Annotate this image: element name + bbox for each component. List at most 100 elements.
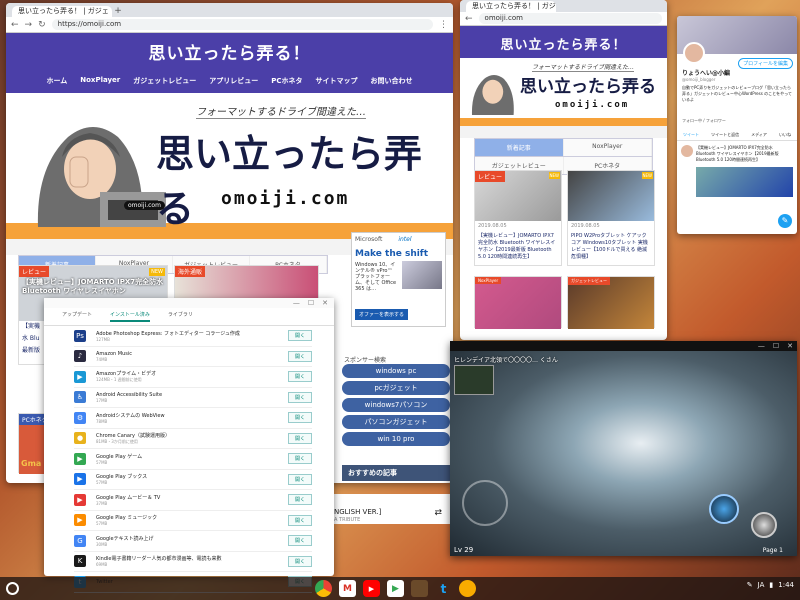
repeat-icon[interactable]: ⇄ [434, 508, 442, 518]
chrome-icon[interactable] [315, 580, 332, 597]
joystick[interactable] [462, 480, 508, 526]
tab-library[interactable]: ライブラリ [168, 311, 193, 322]
reload-icon[interactable]: ↻ [38, 20, 46, 30]
open-app-button[interactable]: 開く [287, 453, 312, 465]
ime-indicator[interactable]: JA [758, 581, 765, 589]
site-title[interactable]: 思い立ったら弄る！ [6, 39, 453, 64]
browser-tab[interactable]: 思い立ったら弄る！ | ガジ [466, 1, 556, 12]
app-row[interactable]: ▶ Google Play ムービー＆ TV 37MB 開く [74, 490, 312, 511]
sponsor-pill[interactable]: win 10 pro [342, 432, 450, 446]
back-icon[interactable]: ← [11, 20, 19, 30]
launcher-icon[interactable] [6, 582, 19, 595]
open-app-button[interactable]: 開く [287, 514, 312, 526]
tab-likes[interactable]: いいね [779, 132, 791, 138]
open-app-button[interactable]: 開く [287, 350, 312, 362]
shelf: M ▶ ▶ t ✎ JA ▮ 1:44 [0, 577, 800, 600]
tab-updates[interactable]: アップデート [62, 311, 92, 322]
sponsor-pill[interactable]: pcガジェット [342, 381, 450, 395]
gmail-icon[interactable]: M [339, 580, 356, 597]
app-row[interactable]: ● Chrome Canary（試験運用版） 81MB・3か月前に使用 開く [74, 429, 312, 449]
game-app-icon[interactable] [411, 580, 428, 597]
ad-banner[interactable]: Microsoft intel Make the shift Windows 1… [351, 232, 446, 327]
skill-button[interactable] [751, 512, 777, 538]
tab-media[interactable]: メディア [751, 132, 767, 138]
app-row[interactable]: ⚙ Androidシステムの WebView 78MB 開く [74, 408, 312, 429]
article-card[interactable]: レビュー NEW 2019.08.05 【実機レビュー】JOMARTO IPX7… [474, 170, 562, 266]
tab-tweets-replies[interactable]: ツイートと返信 [711, 132, 739, 138]
nav-pc-neta[interactable]: PCホネタ [271, 76, 302, 86]
app-row[interactable]: G Googleテキスト読み上げ 30MB 開く [74, 531, 312, 552]
tweet[interactable]: 【実機レビュー】JOMARTO IPX7完全防水 Bluetooth ワイヤレス… [677, 141, 797, 167]
avatar[interactable] [683, 42, 705, 64]
article-card[interactable]: NoxPlayer [474, 276, 562, 329]
ad-cta-button[interactable]: オファーを表示する [355, 309, 409, 320]
nav-contact[interactable]: お問い合わせ [371, 76, 413, 86]
status-tray[interactable]: ✎ JA ▮ 1:44 [747, 581, 794, 589]
open-app-button[interactable]: 開く [287, 412, 312, 424]
close-icon[interactable]: ✕ [322, 298, 328, 308]
app-row[interactable]: ▶ Google Play ゲーム 57MB 開く [74, 449, 312, 470]
edit-profile-button[interactable]: プロフィールを編集 [738, 58, 793, 69]
close-icon[interactable]: ✕ [787, 341, 793, 351]
open-app-button[interactable]: 開く [287, 535, 312, 547]
app-info: Amazon Music 74MB [96, 351, 288, 362]
open-app-button[interactable]: 開く [287, 391, 312, 403]
maximize-icon[interactable]: ☐ [308, 298, 314, 308]
app-row[interactable]: K Kindle電子書籍リーダー人気の都市漫画等、電読も来數 69MB 開く [74, 552, 312, 572]
game-scene[interactable] [450, 351, 797, 556]
recommended-articles-header[interactable]: おすすめの記事 [342, 465, 450, 481]
title-bar: — ☐ ✕ [44, 298, 334, 308]
twitter-window: プロフィールを編集 りょうへい@小編 @omoiji_blogger 自動でPC… [677, 16, 797, 234]
open-app-button[interactable]: 開く [287, 494, 312, 506]
site-title[interactable]: 思い立ったら弄る！ [460, 34, 667, 53]
twitter-icon[interactable]: t [435, 580, 452, 597]
minimize-icon[interactable]: — [758, 341, 765, 351]
app-info: Android Accessibility Suite 17MB [96, 392, 288, 403]
photos-icon[interactable] [459, 580, 476, 597]
microsoft-logo: Microsoft [355, 236, 383, 243]
youtube-icon[interactable]: ▶ [363, 580, 380, 597]
app-row[interactable]: ♿ Android Accessibility Suite 17MB 開く [74, 388, 312, 408]
minimize-icon[interactable]: — [293, 298, 300, 308]
new-tab-icon[interactable]: + [112, 6, 124, 17]
tab-installed[interactable]: インストール済み [110, 311, 150, 322]
tab-noxplayer[interactable]: NoxPlayer [564, 139, 652, 156]
play-store-icon[interactable]: ▶ [387, 580, 404, 597]
open-app-button[interactable]: 開く [287, 473, 312, 485]
maximize-icon[interactable]: ☐ [773, 341, 779, 351]
address-bar[interactable]: omoiji.com [478, 13, 662, 24]
browser-tab[interactable]: 思い立ったら弄る！ | ガジェ✕ [12, 6, 112, 17]
app-row[interactable]: ▶ Google Play ミュージック 57MB 開く [74, 511, 312, 531]
menu-icon[interactable]: ⋮ [439, 20, 448, 30]
tab-tweets[interactable]: ツイート [683, 132, 699, 138]
open-app-button[interactable]: 開く [287, 371, 312, 383]
sponsor-pill[interactable]: パソコンガジェット [342, 415, 450, 429]
forward-icon[interactable]: → [25, 20, 33, 30]
category-badge: レビュー [475, 171, 506, 182]
nav-noxplayer[interactable]: NoxPlayer [80, 76, 120, 86]
article-card[interactable]: ガジェットレビュー [567, 276, 655, 329]
app-row[interactable]: ♪ Amazon Music 74MB 開く [74, 347, 312, 367]
address-bar[interactable]: https://omoiji.com [51, 19, 433, 30]
nav-home[interactable]: ホーム [46, 76, 67, 86]
article-card[interactable]: NEW 2019.08.05 PIPO W2Proタブレット ケアックコア Wi… [567, 170, 655, 266]
sponsor-label: スポンサー検索 [344, 357, 387, 364]
open-app-button[interactable]: 開く [287, 330, 312, 342]
sponsor-pill[interactable]: windows7パソコン [342, 398, 450, 412]
skill-button[interactable] [709, 494, 739, 524]
app-row[interactable]: ▶ Amazonプライム・ビデオ 124MB・1 週間前に使用 開く [74, 367, 312, 388]
follow-info: フォロー中 / フォロワー [682, 118, 726, 123]
nav-gadget-review[interactable]: ガジェットレビュー [133, 76, 196, 86]
nav-app-review[interactable]: アプリレビュー [209, 76, 258, 86]
sponsor-pill[interactable]: windows pc [342, 364, 450, 378]
stylus-icon[interactable]: ✎ [747, 581, 753, 589]
nav-sitemap[interactable]: サイトマップ [316, 76, 358, 86]
minimap[interactable] [454, 365, 494, 395]
app-row[interactable]: Ps Adobe Photoshop Express: フォトエディター コラージ… [74, 326, 312, 347]
tab-new-articles[interactable]: 新着記事 [475, 139, 564, 156]
back-icon[interactable]: ← [465, 14, 473, 24]
compose-tweet-icon[interactable]: ✎ [778, 214, 792, 228]
open-app-button[interactable]: 開く [287, 555, 312, 567]
app-row[interactable]: ▶ Google Play ブックス 57MB 開く [74, 470, 312, 490]
open-app-button[interactable]: 開く [287, 432, 312, 444]
